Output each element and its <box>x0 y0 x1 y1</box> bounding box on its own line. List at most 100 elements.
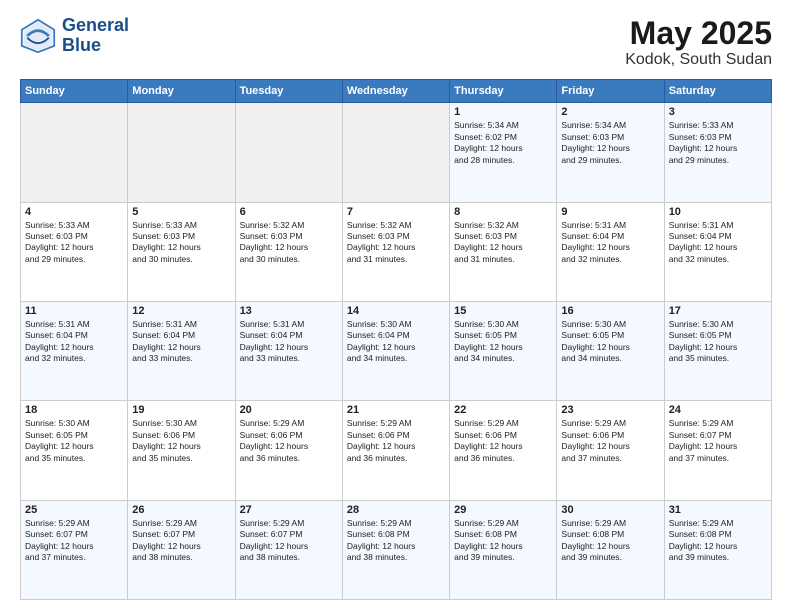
day-number: 27 <box>240 504 338 516</box>
calendar-cell: 25Sunrise: 5:29 AM Sunset: 6:07 PM Dayli… <box>21 500 128 599</box>
logo: General Blue <box>20 16 129 56</box>
day-number: 4 <box>25 206 123 218</box>
day-info: Sunrise: 5:34 AM Sunset: 6:02 PM Dayligh… <box>454 120 552 166</box>
day-info: Sunrise: 5:29 AM Sunset: 6:06 PM Dayligh… <box>454 418 552 464</box>
calendar-cell: 21 Sunrise: 5:29 AM Sunset: 6:06 PM Dayli… <box>342 401 449 500</box>
calendar-cell: 11Sunrise: 5:31 AM Sunset: 6:04 PM Dayli… <box>21 301 128 400</box>
calendar-cell: 5 Sunrise: 5:33 AM Sunset: 6:03 PM Daylig… <box>128 202 235 301</box>
calendar-cell: 23 Sunrise: 5:29 AM Sunset: 6:06 PM Dayli… <box>557 401 664 500</box>
day-number: 3 <box>669 106 767 118</box>
calendar-cell: 9 Sunrise: 5:31 AM Sunset: 6:04 PM Daylig… <box>557 202 664 301</box>
logo-line2: Blue <box>62 36 129 56</box>
column-header-friday: Friday <box>557 80 664 103</box>
day-number: 10 <box>669 206 767 218</box>
calendar-cell: 29Sunrise: 5:29 AM Sunset: 6:08 PM Dayli… <box>450 500 557 599</box>
day-number: 17 <box>669 305 767 317</box>
day-number: 24 <box>669 404 767 416</box>
day-info: Sunrise: 5:33 AM Sunset: 6:03 PM Dayligh… <box>669 120 767 166</box>
logo-text: General Blue <box>62 16 129 56</box>
calendar-cell: 18Sunrise: 5:30 AM Sunset: 6:05 PM Dayli… <box>21 401 128 500</box>
calendar-cell: 27 Sunrise: 5:29 AM Sunset: 6:07 PM Dayli… <box>235 500 342 599</box>
day-info: Sunrise: 5:34 AM Sunset: 6:03 PM Dayligh… <box>561 120 659 166</box>
day-number: 23 <box>561 404 659 416</box>
calendar-cell <box>235 103 342 202</box>
day-number: 19 <box>132 404 230 416</box>
calendar-body: 1Sunrise: 5:34 AM Sunset: 6:02 PM Daylig… <box>21 103 772 600</box>
day-number: 28 <box>347 504 445 516</box>
day-number: 9 <box>561 206 659 218</box>
day-info: Sunrise: 5:30 AM Sunset: 6:05 PM Dayligh… <box>25 418 123 464</box>
day-number: 2 <box>561 106 659 118</box>
day-info: Sunrise: 5:29 AM Sunset: 6:06 PM Dayligh… <box>347 418 445 464</box>
day-info: Sunrise: 5:30 AM Sunset: 6:05 PM Dayligh… <box>454 319 552 365</box>
day-number: 14 <box>347 305 445 317</box>
day-number: 20 <box>240 404 338 416</box>
day-info: Sunrise: 5:29 AM Sunset: 6:08 PM Dayligh… <box>347 518 445 564</box>
day-info: Sunrise: 5:29 AM Sunset: 6:07 PM Dayligh… <box>240 518 338 564</box>
day-info: Sunrise: 5:32 AM Sunset: 6:03 PM Dayligh… <box>347 220 445 266</box>
calendar-cell <box>342 103 449 202</box>
calendar-cell: 28 Sunrise: 5:29 AM Sunset: 6:08 PM Dayli… <box>342 500 449 599</box>
calendar-cell: 26Sunrise: 5:29 AM Sunset: 6:07 PM Dayli… <box>128 500 235 599</box>
logo-icon <box>20 18 56 54</box>
column-header-saturday: Saturday <box>664 80 771 103</box>
calendar-cell: 2 Sunrise: 5:34 AM Sunset: 6:03 PM Daylig… <box>557 103 664 202</box>
calendar-cell: 15 Sunrise: 5:30 AM Sunset: 6:05 PM Dayli… <box>450 301 557 400</box>
day-number: 11 <box>25 305 123 317</box>
calendar-cell: 6Sunrise: 5:32 AM Sunset: 6:03 PM Daylig… <box>235 202 342 301</box>
day-number: 5 <box>132 206 230 218</box>
calendar-cell: 19 Sunrise: 5:30 AM Sunset: 6:06 PM Dayli… <box>128 401 235 500</box>
day-info: Sunrise: 5:29 AM Sunset: 6:06 PM Dayligh… <box>561 418 659 464</box>
day-number: 31 <box>669 504 767 516</box>
day-number: 29 <box>454 504 552 516</box>
day-number: 15 <box>454 305 552 317</box>
day-number: 21 <box>347 404 445 416</box>
calendar-subtitle: Kodok, South Sudan <box>625 51 772 69</box>
column-header-tuesday: Tuesday <box>235 80 342 103</box>
day-number: 6 <box>240 206 338 218</box>
calendar-cell: 7Sunrise: 5:32 AM Sunset: 6:03 PM Daylig… <box>342 202 449 301</box>
calendar-cell: 13 Sunrise: 5:31 AM Sunset: 6:04 PM Dayli… <box>235 301 342 400</box>
calendar-cell: 16 Sunrise: 5:30 AM Sunset: 6:05 PM Dayli… <box>557 301 664 400</box>
day-number: 12 <box>132 305 230 317</box>
calendar-cell: 12 Sunrise: 5:31 AM Sunset: 6:04 PM Dayli… <box>128 301 235 400</box>
title-block: May 2025 Kodok, South Sudan <box>625 16 772 69</box>
calendar-cell: 31 Sunrise: 5:29 AM Sunset: 6:08 PM Dayli… <box>664 500 771 599</box>
day-info: Sunrise: 5:30 AM Sunset: 6:05 PM Dayligh… <box>669 319 767 365</box>
calendar-cell: 1Sunrise: 5:34 AM Sunset: 6:02 PM Daylig… <box>450 103 557 202</box>
column-header-sunday: Sunday <box>21 80 128 103</box>
calendar-cell: 17 Sunrise: 5:30 AM Sunset: 6:05 PM Dayli… <box>664 301 771 400</box>
calendar-header-row: SundayMondayTuesdayWednesdayThursdayFrid… <box>21 80 772 103</box>
day-info: Sunrise: 5:29 AM Sunset: 6:06 PM Dayligh… <box>240 418 338 464</box>
day-info: Sunrise: 5:31 AM Sunset: 6:04 PM Dayligh… <box>132 319 230 365</box>
day-info: Sunrise: 5:33 AM Sunset: 6:03 PM Dayligh… <box>25 220 123 266</box>
calendar-cell: 30Sunrise: 5:29 AM Sunset: 6:08 PM Dayli… <box>557 500 664 599</box>
column-header-thursday: Thursday <box>450 80 557 103</box>
calendar-cell: 22Sunrise: 5:29 AM Sunset: 6:06 PM Dayli… <box>450 401 557 500</box>
day-info: Sunrise: 5:32 AM Sunset: 6:03 PM Dayligh… <box>454 220 552 266</box>
calendar-cell: 14 Sunrise: 5:30 AM Sunset: 6:04 PM Dayli… <box>342 301 449 400</box>
calendar-cell: 3 Sunrise: 5:33 AM Sunset: 6:03 PM Daylig… <box>664 103 771 202</box>
calendar-week-1: 1Sunrise: 5:34 AM Sunset: 6:02 PM Daylig… <box>21 103 772 202</box>
calendar-cell <box>128 103 235 202</box>
calendar-cell: 24Sunrise: 5:29 AM Sunset: 6:07 PM Dayli… <box>664 401 771 500</box>
day-number: 16 <box>561 305 659 317</box>
calendar-cell: 20 Sunrise: 5:29 AM Sunset: 6:06 PM Dayli… <box>235 401 342 500</box>
day-info: Sunrise: 5:33 AM Sunset: 6:03 PM Dayligh… <box>132 220 230 266</box>
day-info: Sunrise: 5:30 AM Sunset: 6:06 PM Dayligh… <box>132 418 230 464</box>
day-number: 13 <box>240 305 338 317</box>
day-info: Sunrise: 5:31 AM Sunset: 6:04 PM Dayligh… <box>561 220 659 266</box>
page: General Blue May 2025 Kodok, South Sudan… <box>0 0 792 612</box>
day-info: Sunrise: 5:30 AM Sunset: 6:04 PM Dayligh… <box>347 319 445 365</box>
day-info: Sunrise: 5:31 AM Sunset: 6:04 PM Dayligh… <box>240 319 338 365</box>
day-info: Sunrise: 5:30 AM Sunset: 6:05 PM Dayligh… <box>561 319 659 365</box>
day-number: 8 <box>454 206 552 218</box>
calendar-week-4: 18Sunrise: 5:30 AM Sunset: 6:05 PM Dayli… <box>21 401 772 500</box>
day-info: Sunrise: 5:29 AM Sunset: 6:08 PM Dayligh… <box>669 518 767 564</box>
calendar-cell <box>21 103 128 202</box>
calendar-cell: 8 Sunrise: 5:32 AM Sunset: 6:03 PM Daylig… <box>450 202 557 301</box>
day-info: Sunrise: 5:29 AM Sunset: 6:08 PM Dayligh… <box>561 518 659 564</box>
calendar-table: SundayMondayTuesdayWednesdayThursdayFrid… <box>20 79 772 600</box>
logo-line1: General <box>62 16 129 36</box>
day-number: 26 <box>132 504 230 516</box>
